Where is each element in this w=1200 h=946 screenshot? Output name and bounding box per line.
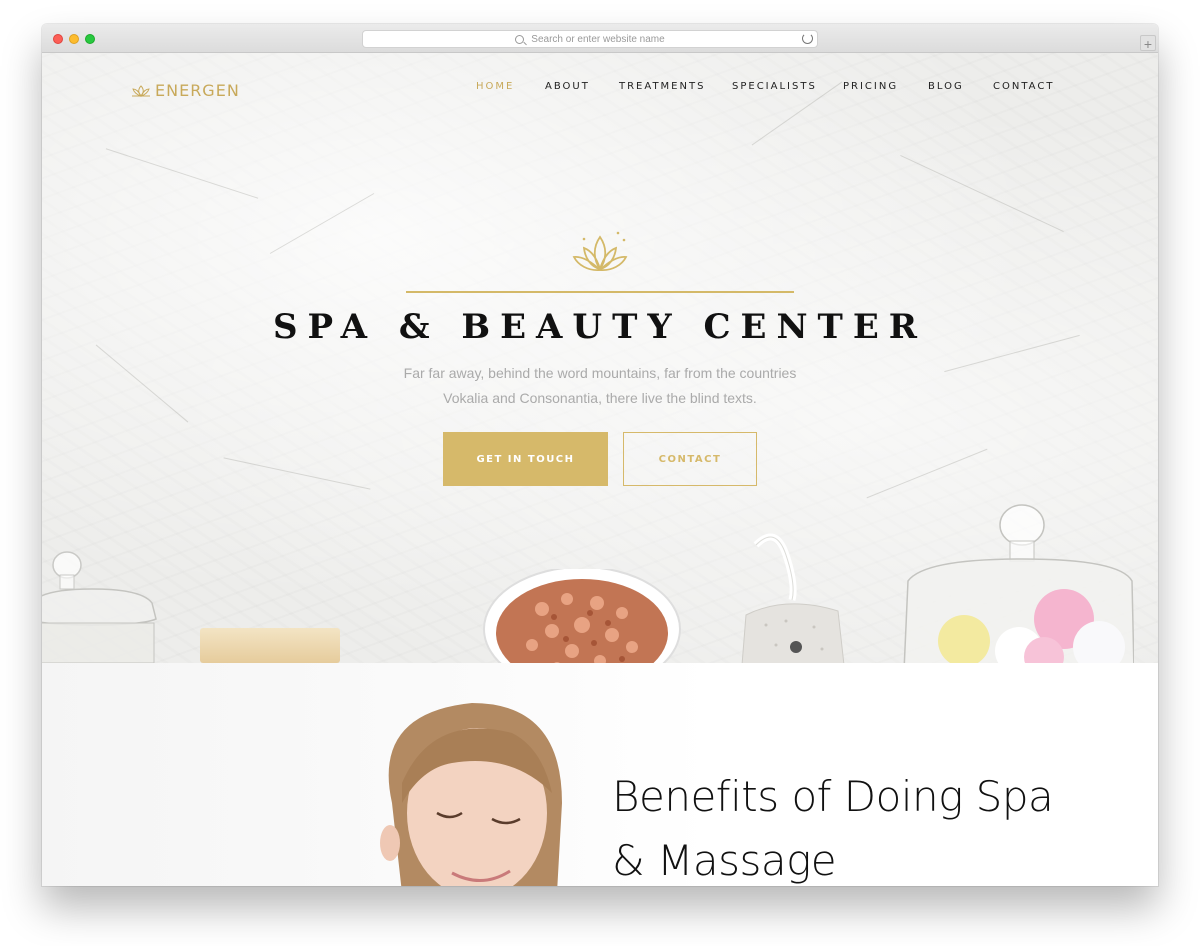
contact-button[interactable]: CONTACT	[623, 432, 757, 486]
woman-photo-image	[380, 703, 562, 886]
address-bar[interactable]: Search or enter website name	[362, 30, 818, 48]
texture-crack	[223, 457, 371, 490]
texture-crack	[269, 193, 375, 254]
hero-subtitle: Far far away, behind the word mountains,…	[42, 361, 1158, 411]
lotus-icon	[572, 231, 628, 271]
title-divider	[406, 291, 794, 293]
get-in-touch-button[interactable]: GET IN TOUCH	[443, 432, 608, 486]
soap-bar-image	[200, 628, 340, 663]
hero-subtitle-line-2: Vokalia and Consonantia, there live the …	[443, 390, 757, 406]
search-icon	[515, 34, 525, 44]
maximize-window-button[interactable]	[85, 34, 95, 44]
hero-title: SPA & BEAUTY CENTER	[272, 307, 927, 347]
new-tab-button[interactable]: +	[1140, 35, 1156, 52]
page-content: ENERGEN HOME ABOUT TREATMENTS SPECIALIST…	[42, 53, 1158, 886]
nav-home[interactable]: HOME	[476, 81, 514, 92]
benefits-title: Benefits of Doing Spa & Massage	[612, 765, 1132, 886]
nav-blog[interactable]: BLOG	[928, 81, 964, 92]
benefits-section: Benefits of Doing Spa & Massage	[42, 663, 1158, 886]
browser-toolbar: Search or enter website name +	[42, 24, 1158, 53]
reload-icon[interactable]	[802, 33, 813, 44]
hero-subtitle-line-1: Far far away, behind the word mountains,…	[403, 365, 797, 381]
texture-crack	[866, 448, 988, 499]
pumice-stone-image	[741, 533, 845, 665]
benefits-title-line-1: Benefits of Doing Spa	[612, 772, 1054, 821]
close-window-button[interactable]	[53, 34, 63, 44]
nav-treatments[interactable]: TREATMENTS	[619, 81, 705, 92]
main-navigation: HOME ABOUT TREATMENTS SPECIALISTS PRICIN…	[42, 81, 1158, 95]
texture-crack	[900, 155, 1064, 232]
nav-about[interactable]: ABOUT	[545, 81, 590, 92]
benefits-title-line-2: & Massage	[612, 836, 837, 885]
nav-specialists[interactable]: SPECIALISTS	[732, 81, 817, 92]
nav-contact[interactable]: CONTACT	[993, 81, 1054, 92]
browser-window: Search or enter website name + ENERGEN H…	[42, 24, 1158, 886]
glass-jar-right-image	[903, 504, 1134, 671]
hero-section: ENERGEN HOME ABOUT TREATMENTS SPECIALIST…	[42, 53, 1158, 679]
glass-jar-left-image	[42, 551, 157, 663]
minimize-window-button[interactable]	[69, 34, 79, 44]
texture-crack	[105, 148, 259, 199]
address-placeholder: Search or enter website name	[531, 33, 665, 45]
nav-pricing[interactable]: PRICING	[843, 81, 898, 92]
